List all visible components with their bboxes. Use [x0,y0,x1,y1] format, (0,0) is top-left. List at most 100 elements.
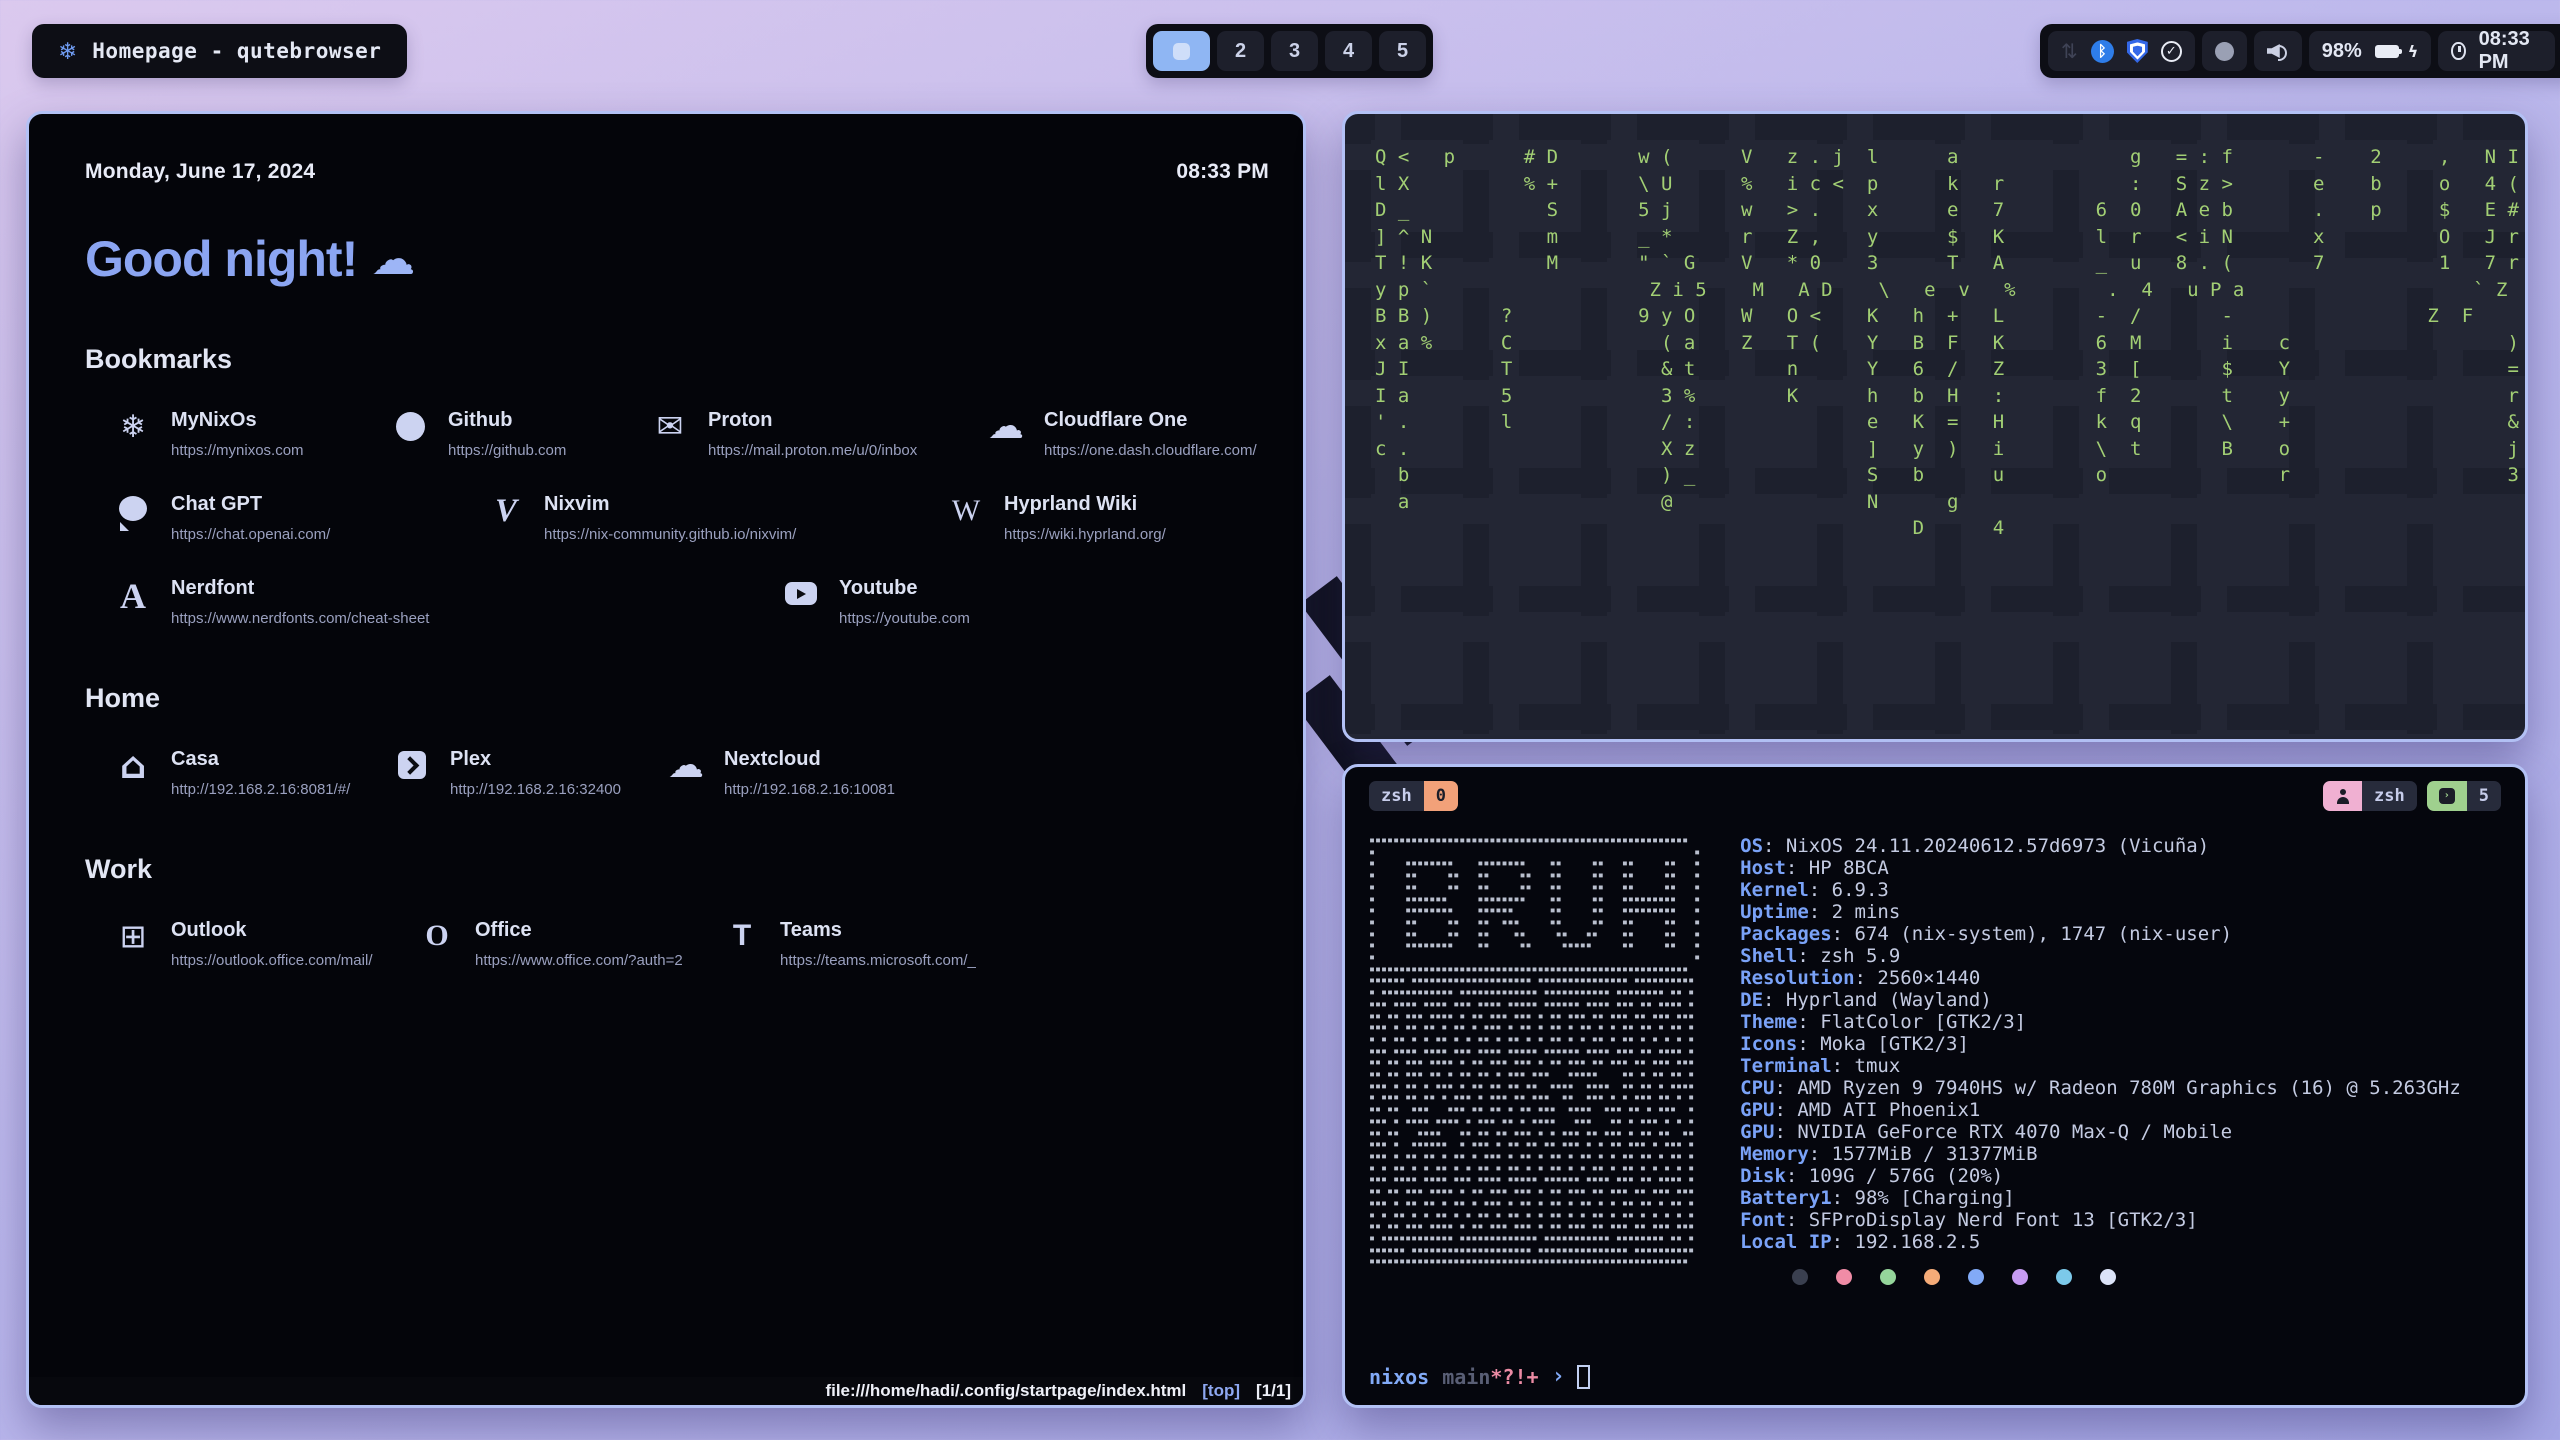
wiki-icon [947,493,985,533]
palette-dot [1968,1269,1984,1285]
tmux-count: 5 [2467,781,2501,811]
plex-icon [393,748,431,788]
palette-dot [2056,1269,2072,1285]
fetch-info-line: Packages: 674 (nix-system), 1747 (nix-us… [1740,923,2461,945]
tmux-window-0[interactable]: zsh 0 [1369,781,1458,811]
fetch-info-line: CPU: AMD Ryzen 9 7940HS w/ Radeon 780M G… [1740,1077,2461,1099]
fetch-info-line: DE: Hyprland (Wayland) [1740,989,2461,1011]
bookmark-title: Nixvim [544,493,796,516]
active-workspace-icon [1173,43,1190,60]
bookmark-url: https://youtube.com [839,610,970,627]
fetch-terminal-window[interactable]: zsh 0 zsh › 5 ▪▪▪▪▪▪▪▪▪▪▪▪▪▪▪▪▪▪▪▪▪▪▪▪▪▪… [1342,764,2528,1408]
volume-segment[interactable] [2254,31,2302,71]
page-time: 08:33 PM [1176,160,1269,184]
bookmark-item-outlook[interactable]: Outlookhttps://outlook.office.com/mail/ [114,919,418,969]
fetch-info-line: Memory: 1577MiB / 31377MiB [1740,1143,2461,1165]
fastfetch-info: OS: NixOS 24.11.20240612.57d6973 (Vicuña… [1740,835,2461,1253]
bookmark-title: Casa [171,748,350,771]
bookmark-title: Plex [450,748,621,771]
bookmark-item-youtube[interactable]: Youtube https://youtube.com [782,577,970,627]
bookmark-title: Nerdfont [171,577,429,600]
startpage: Monday, June 17, 2024 08:33 PM Good nigh… [29,114,1303,1405]
tmux-pane-count[interactable]: › 5 [2427,781,2501,811]
bookmark-url: https://nix-community.github.io/nixvim/ [544,526,796,543]
battery-percent: 98% [2322,40,2362,63]
shield-icon[interactable] [2127,39,2148,63]
git-branch: main [1442,1365,1490,1389]
bookmark-item-plex[interactable]: Plex http://192.168.2.16:32400 [393,748,667,798]
workspace-5[interactable]: 5 [1379,31,1426,71]
bookmark-item-github[interactable]: Githubhttps://github.com [391,409,651,459]
proton-icon [651,409,689,449]
battery-segment[interactable]: 98% ϟ [2309,31,2432,71]
greeting: Good night! ☁ [85,230,1269,288]
fetch-info-line: Shell: zsh 5.9 [1740,945,2461,967]
bookmark-item-chat-gpt[interactable]: Chat GPThttps://chat.openai.com/ [114,493,487,543]
tmux-statusbar: zsh 0 zsh › 5 [1369,781,2501,811]
fetch-info-line: OS: NixOS 24.11.20240612.57d6973 (Vicuña… [1740,835,2461,857]
matrix-terminal-window[interactable]: Q < p # D w ( V z . j l a g = : f - 2 , … [1342,111,2528,742]
clock-segment[interactable]: 08:33 PM [2438,31,2554,71]
bookmark-item-nixvim[interactable]: Nixvim https://nix-community.github.io/ni… [487,493,947,543]
bookmark-item-proton[interactable]: Protonhttps://mail.proton.me/u/0/inbox [651,409,987,459]
page-date: Monday, June 17, 2024 [85,160,315,184]
bookmark-item-nerdfont[interactable]: Nerdfonthttps://www.nerdfonts.com/cheat-… [114,577,782,627]
bookmark-item-teams[interactable]: Teams https://teams.microsoft.com/_ [723,919,976,969]
speaker-icon [2267,41,2289,61]
fetch-info-line: Resolution: 2560×1440 [1740,967,2461,989]
bookmark-title: Teams [780,919,976,942]
section-title: Bookmarks [85,344,1269,375]
fetch-info-line: Host: HP 8BCA [1740,857,2461,879]
window-title-pill: ❄ Homepage - qutebrowser [32,24,407,78]
shell-prompt[interactable]: nixos main *?!+ › [1369,1364,2501,1389]
bookmark-item-office[interactable]: Officehttps://www.office.com/?auth=2 [418,919,723,969]
bookmark-url: https://teams.microsoft.com/_ [780,952,976,969]
qutebrowser-window: Monday, June 17, 2024 08:33 PM Good nigh… [26,111,1306,1408]
fetch-info-line: Local IP: 192.168.2.5 [1740,1231,2461,1253]
section-title: Work [85,854,1269,885]
bookmark-url: https://mail.proton.me/u/0/inbox [708,442,917,459]
bookmark-item-hyprland-wiki[interactable]: Hyprland Wikihttps://wiki.hyprland.org/ [947,493,1166,543]
workspace-4[interactable]: 4 [1325,31,1372,71]
palette-dot [2012,1269,2028,1285]
night-cloud-icon: ☁ [371,234,414,285]
bookmark-item-casa[interactable]: Casa http://192.168.2.16:8081/#/ [114,748,393,798]
bookmark-item-cloudflare-one[interactable]: Cloudflare Onehttps://one.dash.cloudflar… [987,409,1257,459]
workspace-3[interactable]: 3 [1271,31,1318,71]
palette-dot [1792,1269,1808,1285]
bookmark-url: http://192.168.2.16:8081/#/ [171,781,350,798]
outlook-icon [114,919,152,959]
fetch-info-line: GPU: AMD ATI Phoenix1 [1740,1099,2461,1121]
sync-arrows-icon[interactable]: ⇅ [2061,39,2078,63]
check-circle-icon[interactable]: ✓ [2161,41,2182,62]
bluetooth-icon[interactable]: ᛒ [2091,40,2114,63]
nixos-logo-icon: ❄ [58,40,77,63]
fetch-info-line: Icons: Moka [GTK2/3] [1740,1033,2461,1055]
terminal-cursor [1577,1365,1590,1389]
statusbar-mode: [top] [1202,1381,1240,1401]
bookmark-url: http://192.168.2.16:32400 [450,781,621,798]
bookmark-title: Nextcloud [724,748,895,771]
bookmark-url: https://www.office.com/?auth=2 [475,952,683,969]
tmux-session-user[interactable]: zsh [2323,781,2417,811]
cloudflare-icon [987,409,1025,449]
bookmark-row: MyNixOshttps://mynixos.comGithubhttps://… [85,409,1269,459]
bookmark-sections: Bookmarks MyNixOshttps://mynixos.comGithu… [85,344,1269,969]
bookmark-title: Youtube [839,577,970,600]
git-status-flags: *?!+ [1490,1365,1538,1389]
workspace-2[interactable]: 2 [1217,31,1264,71]
bookmark-item-mynixos[interactable]: MyNixOshttps://mynixos.com [114,409,391,459]
office-icon [418,919,456,959]
terminal-color-palette [1792,1269,2461,1285]
terminal-icon: › [2427,781,2467,811]
recorder-segment[interactable] [2202,31,2247,71]
clock-icon [2451,42,2465,60]
fetch-info-line: Disk: 109G / 576G (20%) [1740,1165,2461,1187]
greeting-text: Good night! [85,230,357,288]
fetch-info-line: GPU: NVIDIA GeForce RTX 4070 Max-Q / Mob… [1740,1121,2461,1143]
workspace-active[interactable] [1153,31,1210,71]
tmux-window-name: zsh [1369,781,1424,811]
user-icon [2323,781,2362,811]
bookmark-url: https://outlook.office.com/mail/ [171,952,372,969]
bookmark-item-nextcloud[interactable]: Nextcloudhttp://192.168.2.16:10081 [667,748,895,798]
